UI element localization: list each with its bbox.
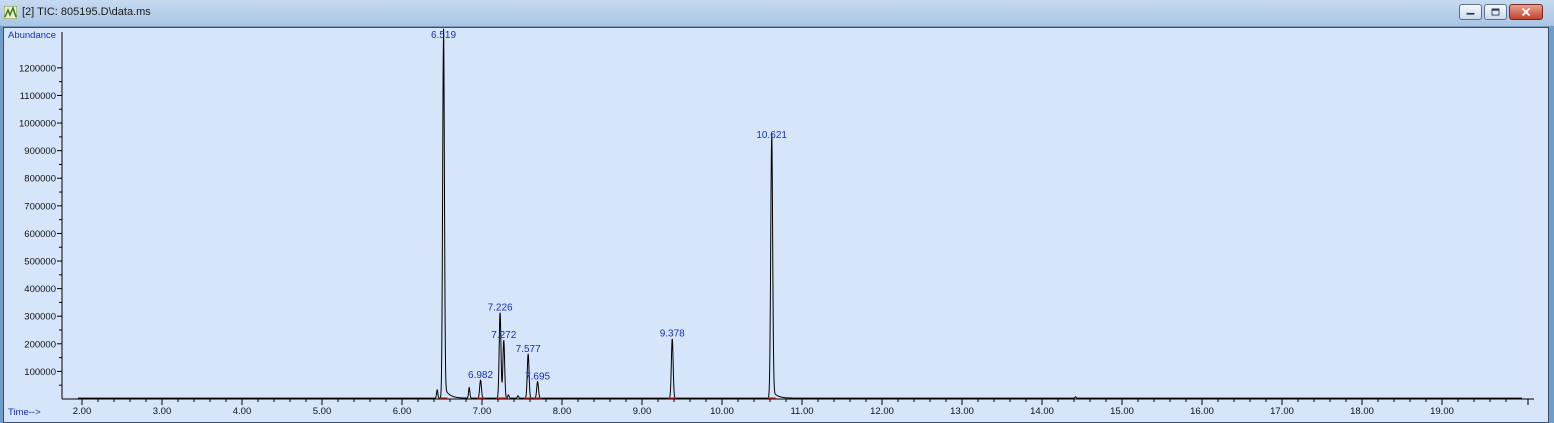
x-tick-label: 13.00: [950, 406, 974, 417]
y-tick-label: 800000: [24, 174, 56, 185]
x-tick-label: 12.00: [870, 406, 894, 417]
y-tick-label: 200000: [24, 339, 56, 350]
x-tick-label: 14.00: [1030, 406, 1054, 417]
maximize-button[interactable]: [1484, 4, 1507, 20]
close-button[interactable]: [1509, 4, 1543, 20]
chromatogram-app-icon: [4, 6, 17, 19]
peak-label: 7.272: [491, 330, 516, 341]
close-icon: [1521, 7, 1531, 17]
peak-label: 9.378: [660, 329, 685, 340]
x-tick-label: 8.00: [553, 406, 572, 417]
x-axis-title: Time-->: [8, 407, 41, 418]
peak-label: 7.226: [488, 302, 513, 313]
x-tick-label: 15.00: [1110, 406, 1134, 417]
x-tick-label: 3.00: [153, 406, 172, 417]
y-tick-label: 1000000: [19, 119, 56, 130]
chromatogram-chart: Abundance Time--> 100000 200000 300000 40000…: [8, 28, 1534, 418]
window-title: [2] TIC: 805195.D\data.ms: [22, 6, 151, 18]
minimize-button[interactable]: [1459, 4, 1482, 20]
x-tick-label: 11.00: [790, 406, 813, 417]
title-bar[interactable]: [2] TIC: 805195.D\data.ms: [0, 0, 1554, 27]
minimize-icon: [1466, 12, 1475, 15]
y-tick-label: 100000: [24, 367, 56, 378]
x-tick-label: 4.00: [233, 406, 252, 417]
y-tick-label: 900000: [24, 146, 56, 157]
x-tick-label: 10.00: [710, 406, 734, 417]
peak-label: 6.982: [468, 370, 493, 381]
y-tick-label: 700000: [24, 201, 56, 212]
y-tick-label: 1100000: [20, 91, 56, 102]
x-tick-label: 9.00: [633, 406, 652, 417]
peak-label: 6.519: [431, 30, 456, 41]
x-tick-label: 19.00: [1430, 406, 1454, 417]
maximize-icon: [1491, 8, 1500, 16]
peak-label: 7.695: [525, 371, 550, 382]
y-axis-title: Abundance: [8, 30, 56, 41]
x-tick-label: 2.00: [73, 406, 92, 417]
x-tick-label: 7.00: [473, 406, 492, 417]
x-tick-label: 18.00: [1350, 406, 1374, 417]
chromatogram-plot-area[interactable]: Abundance Time--> 100000 200000 300000 40000…: [3, 27, 1549, 423]
x-tick-label: 17.00: [1270, 406, 1294, 417]
y-tick-label: 1200000: [19, 63, 56, 74]
x-tick-label: 5.00: [313, 406, 332, 417]
y-tick-label: 500000: [24, 257, 56, 268]
tic-trace: [78, 28, 1522, 399]
x-tick-label: 16.00: [1190, 406, 1214, 417]
y-tick-label: 600000: [24, 229, 56, 240]
x-tick-label: 6.00: [393, 406, 412, 417]
peak-label: 7.577: [516, 344, 541, 355]
peak-label: 10.621: [756, 130, 787, 141]
y-tick-label: 300000: [24, 312, 56, 323]
y-tick-label: 400000: [24, 284, 56, 295]
